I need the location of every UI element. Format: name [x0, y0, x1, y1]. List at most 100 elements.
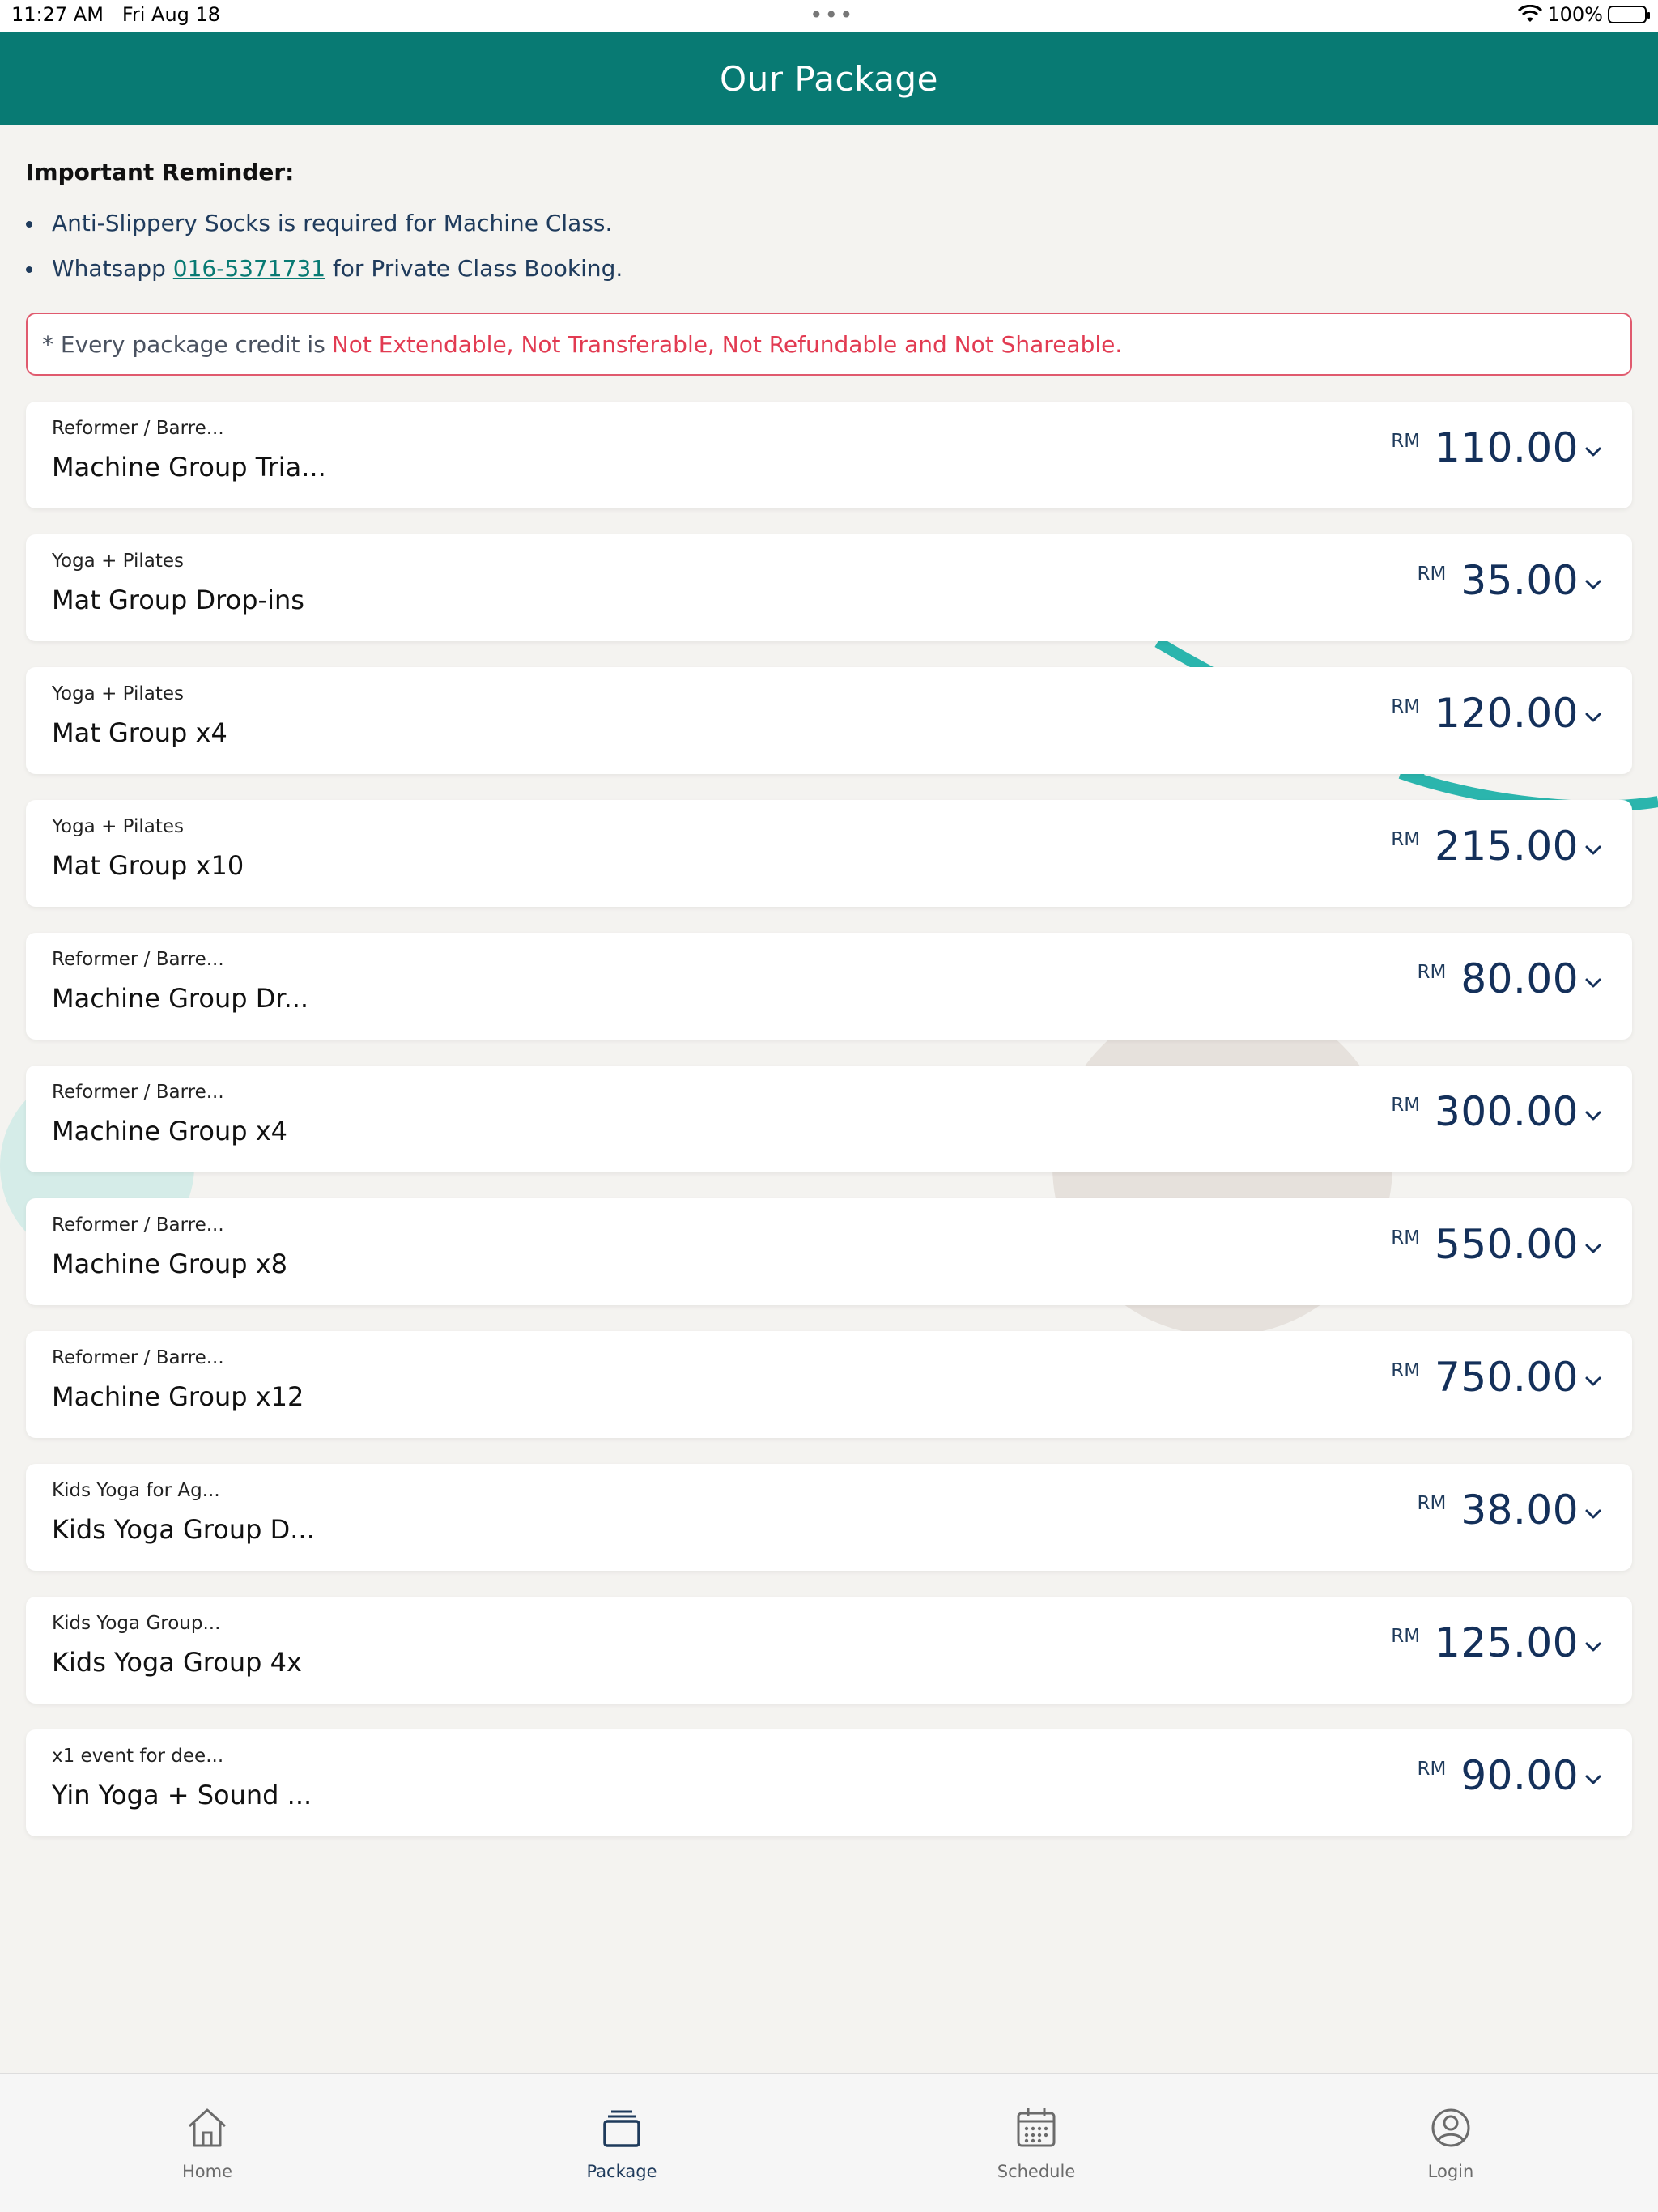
package-icon: [603, 2110, 640, 2147]
package-card[interactable]: Reformer / Barre... Machine Group x4 RM 300…: [26, 1066, 1632, 1172]
chevron-down-icon[interactable]: [1584, 1504, 1603, 1524]
package-category: Reformer / Barre...: [52, 1214, 224, 1236]
reminder-item-whatsapp: Whatsapp 016-5371731 for Private Class B…: [26, 255, 1632, 283]
user-icon: [1431, 2108, 1470, 2147]
battery-icon: [1608, 6, 1650, 23]
package-card[interactable]: Kids Yoga Group... Kids Yoga Group 4x RM 12…: [26, 1597, 1632, 1704]
package-card[interactable]: Reformer / Barre... Machine Group x12 RM 75…: [26, 1331, 1632, 1438]
package-card[interactable]: x1 event for dee... Yin Yoga + Sound ... R…: [26, 1729, 1632, 1836]
chevron-down-icon[interactable]: [1584, 1372, 1603, 1391]
price-value: 550.00: [1435, 1221, 1579, 1268]
multitasking-dots[interactable]: •••: [810, 2, 855, 28]
package-card[interactable]: Yoga + Pilates Mat Group x4 RM 120.00: [26, 667, 1632, 774]
currency-label: RM: [1391, 1360, 1421, 1381]
tab-label: Schedule: [997, 2162, 1076, 2181]
reminder-section: Important Reminder: Anti-Slippery Socks …: [26, 159, 1632, 300]
reminder-text: for Private Class Booking.: [325, 255, 623, 282]
price-value: 120.00: [1435, 690, 1579, 737]
package-name: Machine Group Tria...: [52, 452, 326, 483]
package-card[interactable]: Yoga + Pilates Mat Group Drop-ins RM 35.00: [26, 534, 1632, 641]
tab-home[interactable]: Home: [0, 2074, 414, 2212]
reminder-title: Important Reminder:: [26, 159, 295, 185]
package-category: Kids Yoga Group...: [52, 1613, 221, 1634]
chevron-down-icon[interactable]: [1584, 840, 1603, 860]
tab-label: Login: [1427, 2162, 1474, 2181]
package-card[interactable]: Reformer / Barre... Machine Group Tria...…: [26, 402, 1632, 508]
package-category: Reformer / Barre...: [52, 1347, 224, 1368]
package-name: Machine Group x8: [52, 1249, 288, 1279]
currency-label: RM: [1391, 1626, 1421, 1647]
package-category: Reformer / Barre...: [52, 949, 224, 970]
price-value: 215.00: [1435, 823, 1579, 870]
package-category: Reformer / Barre...: [52, 1082, 224, 1103]
price-value: 80.00: [1460, 955, 1579, 1002]
chevron-down-icon[interactable]: [1584, 1239, 1603, 1258]
package-price: RM 110.00: [1391, 424, 1603, 471]
package-card[interactable]: Yoga + Pilates Mat Group x10 RM 215.00: [26, 800, 1632, 907]
package-name: Mat Group Drop-ins: [52, 585, 304, 615]
package-price: RM 38.00: [1418, 1487, 1603, 1534]
wifi-icon: [1518, 5, 1543, 22]
package-price: RM 35.00: [1418, 557, 1603, 604]
package-price: RM 750.00: [1391, 1354, 1603, 1401]
package-name: Kids Yoga Group D...: [52, 1514, 315, 1545]
package-name: Machine Group Dr...: [52, 983, 309, 1014]
package-price: RM 80.00: [1418, 955, 1603, 1002]
package-category: Yoga + Pilates: [52, 816, 185, 837]
notice-prefix: * Every package credit is: [42, 330, 325, 358]
package-category: Reformer / Barre...: [52, 418, 224, 439]
chevron-down-icon[interactable]: [1584, 1106, 1603, 1125]
chevron-down-icon[interactable]: [1584, 973, 1603, 993]
reminder-text: Whatsapp: [52, 255, 173, 282]
whatsapp-phone-link[interactable]: 016-5371731: [173, 255, 325, 282]
currency-label: RM: [1417, 962, 1447, 983]
battery-percent: 100%: [1547, 3, 1603, 26]
price-value: 750.00: [1435, 1354, 1579, 1401]
notice-emphasis: Not Extendable, Not Transferable, Not Re…: [331, 330, 1123, 358]
tab-package[interactable]: Package: [414, 2074, 829, 2212]
package-price: RM 90.00: [1418, 1752, 1603, 1799]
chevron-down-icon[interactable]: [1584, 708, 1603, 727]
price-value: 90.00: [1460, 1752, 1579, 1799]
package-name: Mat Group x4: [52, 717, 227, 748]
chevron-down-icon[interactable]: [1584, 1770, 1603, 1789]
status-time: 11:27 AM Fri Aug 18: [11, 3, 220, 26]
price-value: 35.00: [1460, 557, 1579, 604]
price-value: 110.00: [1435, 424, 1579, 471]
chevron-down-icon[interactable]: [1584, 1637, 1603, 1657]
chevron-down-icon[interactable]: [1584, 575, 1603, 594]
reminder-list: Anti-Slippery Socks is required for Mach…: [26, 210, 1632, 283]
package-name: Kids Yoga Group 4x: [52, 1647, 302, 1678]
package-category: Yoga + Pilates: [52, 551, 185, 572]
home-icon: [188, 2108, 227, 2147]
status-indicators: 100%: [1518, 3, 1650, 26]
package-card[interactable]: Reformer / Barre... Machine Group Dr... RM…: [26, 933, 1632, 1040]
currency-label: RM: [1391, 431, 1421, 452]
tab-label: Home: [181, 2162, 232, 2181]
status-bar: 11:27 AM Fri Aug 18 ••• 100%: [0, 0, 1658, 32]
reminder-text: Anti-Slippery Socks is required for Mach…: [52, 210, 613, 236]
currency-label: RM: [1391, 696, 1421, 717]
tab-login[interactable]: Login: [1244, 2074, 1658, 2212]
price-value: 125.00: [1435, 1619, 1579, 1666]
package-category: Yoga + Pilates: [52, 683, 185, 704]
currency-label: RM: [1417, 564, 1447, 585]
package-card[interactable]: Reformer / Barre... Machine Group x8 RM 550…: [26, 1198, 1632, 1305]
currency-label: RM: [1417, 1759, 1447, 1780]
package-price: RM 120.00: [1391, 690, 1603, 737]
tab-label: Package: [586, 2162, 657, 2181]
package-card[interactable]: Kids Yoga for Ag... Kids Yoga Group D... R…: [26, 1464, 1632, 1571]
package-name: Yin Yoga + Sound ...: [52, 1780, 312, 1810]
currency-label: RM: [1391, 1095, 1421, 1116]
package-price: RM 300.00: [1391, 1088, 1603, 1135]
tab-schedule[interactable]: Schedule: [829, 2074, 1244, 2212]
package-category: Kids Yoga for Ag...: [52, 1480, 220, 1501]
package-price: RM 215.00: [1391, 823, 1603, 870]
chevron-down-icon[interactable]: [1584, 442, 1603, 462]
package-name: Machine Group x4: [52, 1116, 288, 1146]
bottom-tab-bar: Home Package Schedule Login: [0, 2073, 1658, 2212]
app-header: Our Package: [0, 32, 1658, 125]
reminder-item-socks: Anti-Slippery Socks is required for Mach…: [26, 210, 1632, 237]
package-price: RM 550.00: [1391, 1221, 1603, 1268]
package-price: RM 125.00: [1391, 1619, 1603, 1666]
